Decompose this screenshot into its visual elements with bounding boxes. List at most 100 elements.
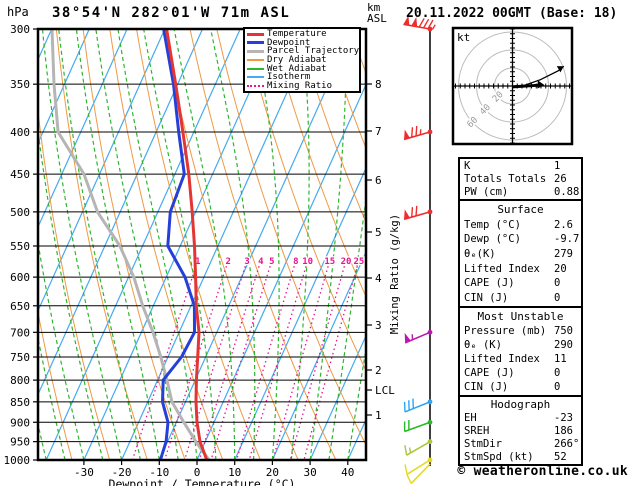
temp-axis-tick-label: 30 (303, 466, 316, 479)
mixing-ratio-label: 20 (341, 257, 352, 267)
km-axis-tick-label: 4 (375, 272, 382, 285)
legend-item: Mixing Ratio (247, 82, 357, 90)
metric-value: 186 (554, 425, 573, 437)
metric-row: StmDir266° (464, 438, 581, 450)
mixing-ratio-label: 25 (353, 257, 364, 267)
metric-label: CIN (J) (464, 292, 508, 304)
metric-value: -23 (554, 412, 573, 424)
metric-row: Pressure (mb) 750 (464, 325, 581, 337)
metric-row: Lifted Index 20 (464, 263, 581, 275)
hodograph-plot: 204060kt (453, 28, 572, 144)
most-unstable-section: Most Unstable Pressure (mb)750θₑ (K)290L… (458, 306, 583, 397)
wind-barb-pennant (404, 209, 410, 219)
mixing-ratio-label: 4 (258, 257, 264, 267)
dry-adiabat-line (190, 29, 336, 460)
wind-barb-half-feather (410, 447, 411, 452)
mixing-ratio-axis-title: Mixing Ratio (g/kg) (389, 214, 401, 334)
legend-line-sample (247, 41, 264, 44)
metric-value: 0 (554, 277, 560, 289)
metric-label: K (464, 160, 470, 172)
metric-value: 0 (554, 292, 560, 304)
metric-value: 750 (554, 325, 573, 337)
wind-barb-feather (412, 207, 413, 217)
metric-row: θₑ (K)290 (464, 339, 581, 351)
lcl-label: LCL (375, 384, 395, 397)
km-axis-tick-label: 1 (375, 409, 382, 422)
altitude-axis-unit: km ASL (367, 2, 387, 24)
metric-label: θₑ (K) (464, 339, 502, 351)
isotherm-line (272, 29, 466, 460)
km-axis-tick-label: 3 (375, 319, 382, 332)
temp-axis-title: Dewpoint / Temperature (°C) (109, 477, 296, 486)
metric-value: 0 (554, 381, 560, 393)
km-axis-tick-label: 8 (375, 78, 382, 91)
pressure-tick-label: 450 (10, 168, 30, 181)
metric-label: Totals Totals (464, 173, 546, 185)
mixing-ratio-line (237, 262, 296, 460)
metric-value: 0.88 (554, 186, 579, 198)
legend-line-sample (247, 85, 264, 87)
mixing-ratio-line (185, 262, 247, 460)
wind-barb-column (403, 16, 435, 484)
mixing-ratio-line (290, 262, 345, 460)
isotherm-line (197, 29, 391, 460)
pressure-tick-label: 400 (10, 126, 30, 139)
skewt-sounding-page: 3003504004505005506006507007508008509009… (0, 0, 629, 486)
pressure-tick-label: 750 (10, 351, 30, 364)
temperature-curve (167, 29, 207, 460)
pressure-tick-label: 900 (10, 416, 30, 429)
metric-label: SREH (464, 425, 489, 437)
metric-value: 26 (554, 173, 567, 185)
hodograph-section-title: Hodograph (464, 398, 581, 411)
metric-row: K1 (464, 160, 581, 172)
metric-row: EH-23 (464, 412, 581, 424)
station-title: 38°54'N 282°01'W 71m ASL (52, 5, 290, 21)
dry-adiabat-line (56, 29, 147, 460)
metric-row: Totals Totals 26 (464, 173, 581, 185)
metric-label: CAPE (J) (464, 367, 515, 379)
isotherm-line (159, 29, 353, 460)
metric-label: CIN (J) (464, 381, 508, 393)
metric-value: 11 (554, 353, 567, 365)
legend-line-sample (247, 76, 264, 78)
pressure-tick-label: 550 (10, 240, 30, 253)
mixing-ratio-label: 8 (293, 257, 298, 267)
metric-row: Dewp (°C)-9.7 (464, 233, 581, 245)
mixing-ratio-label: 2 (226, 257, 231, 267)
legend-line-sample (247, 33, 264, 36)
mixing-ratio-label: 5 (269, 257, 274, 267)
metric-row: SREH 186 (464, 425, 581, 437)
pressure-tick-label: 700 (10, 326, 30, 339)
metric-label: Pressure (mb) (464, 325, 546, 337)
wet-adiabat-line (59, 29, 141, 460)
metric-label: Lifted Index (464, 263, 540, 275)
temp-axis-tick-label: -30 (74, 466, 94, 479)
km-axis-tick-label: 5 (375, 226, 382, 239)
wet-adiabat-line (310, 29, 347, 460)
metric-value: 20 (554, 263, 567, 275)
pressure-tick-label: 600 (10, 271, 30, 284)
pressure-tick-label: 950 (10, 436, 30, 449)
credit-watermark: © weatheronline.co.uk (450, 464, 628, 479)
wind-barb-half-feather (432, 25, 435, 30)
datetime-title: 20.11.2022 00GMT (Base: 18) (406, 6, 617, 21)
mixing-ratio-label: 15 (324, 257, 335, 267)
pressure-tick-label: 650 (10, 300, 30, 313)
wind-barb-pennant (404, 129, 410, 139)
indices-section: K1Totals Totals26PW (cm)0.88 (458, 157, 583, 201)
metric-label: Dewp (°C) (464, 233, 521, 245)
metric-label: CAPE (J) (464, 277, 515, 289)
most-unstable-section-title: Most Unstable (464, 310, 581, 323)
metric-row: θₑ(K)279 (464, 248, 581, 260)
metric-row: CIN (J) 0 (464, 381, 581, 393)
hodograph-ring-label: 20 (491, 90, 506, 105)
km-axis-tick-label: 6 (375, 174, 382, 187)
wet-adiabat-line (96, 29, 178, 460)
metric-value: 1 (554, 160, 560, 172)
metric-label: StmDir (464, 438, 502, 450)
metric-row: CIN (J) 0 (464, 292, 581, 304)
storm-motion-arrow (513, 85, 541, 87)
metric-label: PW (cm) (464, 186, 508, 198)
chart-legend: TemperatureDewpointParcel TrajectoryDry … (243, 27, 361, 93)
metric-row: Temp (°C)2.6 (464, 219, 581, 231)
